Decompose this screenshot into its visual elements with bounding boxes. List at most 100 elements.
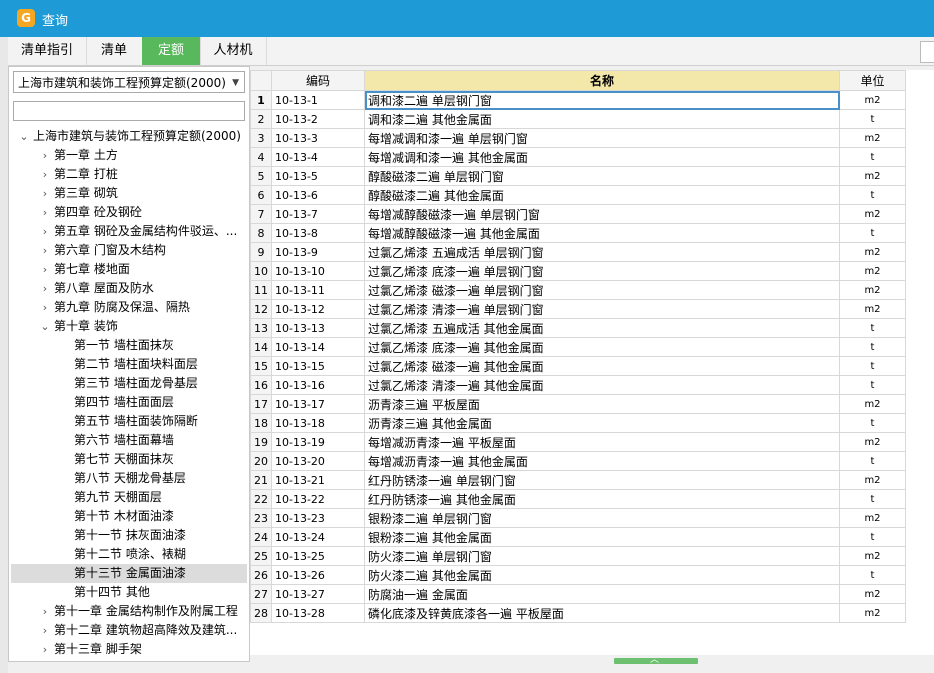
unit-cell[interactable]: t — [839, 185, 906, 205]
row-number[interactable]: 7 — [250, 204, 272, 224]
tree-chapter[interactable]: › 第六章 门窗及木结构 — [11, 241, 247, 260]
chevron-right-icon[interactable]: › — [39, 165, 51, 184]
tree-section[interactable]: 第三节 墙柱面龙骨基层 — [11, 374, 247, 393]
tab-bar-overflow[interactable] — [920, 41, 934, 63]
table-row[interactable]: 13 10-13-13 过氯乙烯漆 五遍成活 其他金属面 t — [250, 318, 906, 338]
tree-section[interactable]: 第四节 墙柱面面层 — [11, 393, 247, 412]
name-cell[interactable]: 磷化底漆及锌黄底漆各一遍 平板屋面 — [364, 603, 840, 623]
table-row[interactable]: 21 10-13-21 红丹防锈漆一遍 单层钢门窗 m2 — [250, 470, 906, 490]
table-row[interactable]: 20 10-13-20 每增减沥青漆一遍 其他金属面 t — [250, 451, 906, 471]
chevron-right-icon[interactable]: › — [39, 146, 51, 165]
tab-quota[interactable]: 定额 — [142, 37, 201, 65]
chevron-down-icon[interactable]: ▼ — [232, 72, 239, 94]
name-cell[interactable]: 过氯乙烯漆 清漆一遍 其他金属面 — [364, 375, 840, 395]
tab-labor-material-machine[interactable]: 人材机 — [200, 37, 267, 65]
tree-section[interactable]: 第一节 墙柱面抹灰 — [11, 336, 247, 355]
name-cell[interactable]: 醇酸磁漆二遍 单层钢门窗 — [364, 166, 840, 186]
unit-cell[interactable]: m2 — [839, 261, 906, 281]
name-cell[interactable]: 过氯乙烯漆 清漆一遍 单层钢门窗 — [364, 299, 840, 319]
chevron-right-icon[interactable]: › — [39, 621, 51, 640]
table-row[interactable]: 9 10-13-9 过氯乙烯漆 五遍成活 单层钢门窗 m2 — [250, 242, 906, 262]
chevron-right-icon[interactable]: › — [39, 640, 51, 659]
tree-section[interactable]: 第十四节 其他 — [11, 583, 247, 602]
tree-section[interactable]: 第十三节 金属面油漆 — [11, 564, 247, 583]
chevron-right-icon[interactable]: › — [39, 241, 51, 260]
name-cell[interactable]: 每增减调和漆一遍 单层钢门窗 — [364, 128, 840, 148]
splitter-handle[interactable]: ︿ — [614, 655, 698, 665]
unit-cell[interactable]: m2 — [839, 90, 906, 110]
table-row[interactable]: 7 10-13-7 每增减醇酸磁漆一遍 单层钢门窗 m2 — [250, 204, 906, 224]
row-number[interactable]: 27 — [250, 584, 272, 604]
table-row[interactable]: 3 10-13-3 每增减调和漆一遍 单层钢门窗 m2 — [250, 128, 906, 148]
name-cell[interactable]: 沥青漆三遍 平板屋面 — [364, 394, 840, 414]
name-cell[interactable]: 过氯乙烯漆 磁漆一遍 其他金属面 — [364, 356, 840, 376]
code-cell[interactable]: 10-13-8 — [271, 223, 365, 243]
tree-chapter[interactable]: › 第十二章 建筑物超高降效及建筑... — [11, 621, 247, 640]
row-number[interactable]: 21 — [250, 470, 272, 490]
unit-cell[interactable]: t — [839, 527, 906, 547]
unit-cell[interactable]: t — [839, 489, 906, 509]
code-cell[interactable]: 10-13-25 — [271, 546, 365, 566]
unit-cell[interactable]: t — [839, 337, 906, 357]
row-number[interactable]: 15 — [250, 356, 272, 376]
tree-section[interactable]: 第十节 木材面油漆 — [11, 507, 247, 526]
table-row[interactable]: 19 10-13-19 每增减沥青漆一遍 平板屋面 m2 — [250, 432, 906, 452]
quota-book-select[interactable]: 上海市建筑和装饰工程预算定额(2000) ▼ — [13, 71, 245, 93]
table-row[interactable]: 18 10-13-18 沥青漆三遍 其他金属面 t — [250, 413, 906, 433]
row-number[interactable]: 8 — [250, 223, 272, 243]
unit-cell[interactable]: m2 — [839, 128, 906, 148]
code-cell[interactable]: 10-13-24 — [271, 527, 365, 547]
unit-cell[interactable]: t — [839, 451, 906, 471]
chevron-right-icon[interactable]: › — [39, 260, 51, 279]
row-number[interactable]: 12 — [250, 299, 272, 319]
name-cell[interactable]: 沥青漆三遍 其他金属面 — [364, 413, 840, 433]
unit-cell[interactable]: t — [839, 375, 906, 395]
code-cell[interactable]: 10-13-12 — [271, 299, 365, 319]
code-cell[interactable]: 10-13-5 — [271, 166, 365, 186]
name-cell[interactable]: 银粉漆二遍 其他金属面 — [364, 527, 840, 547]
name-cell[interactable]: 过氯乙烯漆 五遍成活 单层钢门窗 — [364, 242, 840, 262]
unit-cell[interactable]: t — [839, 318, 906, 338]
unit-cell[interactable]: m2 — [839, 242, 906, 262]
code-cell[interactable]: 10-13-9 — [271, 242, 365, 262]
table-row[interactable]: 28 10-13-28 磷化底漆及锌黄底漆各一遍 平板屋面 m2 — [250, 603, 906, 623]
row-number[interactable]: 23 — [250, 508, 272, 528]
name-cell[interactable]: 过氯乙烯漆 底漆一遍 其他金属面 — [364, 337, 840, 357]
row-number[interactable]: 3 — [250, 128, 272, 148]
name-cell[interactable]: 防火漆二遍 单层钢门窗 — [364, 546, 840, 566]
tree-section[interactable]: 第六节 墙柱面幕墙 — [11, 431, 247, 450]
code-cell[interactable]: 10-13-4 — [271, 147, 365, 167]
chevron-right-icon[interactable]: › — [39, 222, 51, 241]
code-cell[interactable]: 10-13-1 — [271, 90, 365, 110]
code-cell[interactable]: 10-13-7 — [271, 204, 365, 224]
row-number[interactable]: 22 — [250, 489, 272, 509]
code-cell[interactable]: 10-13-15 — [271, 356, 365, 376]
table-row[interactable]: 12 10-13-12 过氯乙烯漆 清漆一遍 单层钢门窗 m2 — [250, 299, 906, 319]
unit-cell[interactable]: m2 — [839, 584, 906, 604]
tree-chapter[interactable]: › 第七章 楼地面 — [11, 260, 247, 279]
unit-cell[interactable]: t — [839, 565, 906, 585]
code-cell[interactable]: 10-13-14 — [271, 337, 365, 357]
tree-section[interactable]: 第七节 天棚面抹灰 — [11, 450, 247, 469]
row-number[interactable]: 6 — [250, 185, 272, 205]
unit-cell[interactable]: m2 — [839, 299, 906, 319]
tree-section[interactable]: 第九节 天棚面层 — [11, 488, 247, 507]
name-cell[interactable]: 防腐油一遍 金属面 — [364, 584, 840, 604]
tree-root[interactable]: ⌄ 上海市建筑与装饰工程预算定额(2000) — [11, 127, 247, 146]
tree-section[interactable]: 第十二节 喷涂、裱糊 — [11, 545, 247, 564]
tab-list-guide[interactable]: 清单指引 — [8, 37, 87, 65]
table-row[interactable]: 11 10-13-11 过氯乙烯漆 磁漆一遍 单层钢门窗 m2 — [250, 280, 906, 300]
code-cell[interactable]: 10-13-18 — [271, 413, 365, 433]
name-cell[interactable]: 醇酸磁漆二遍 其他金属面 — [364, 185, 840, 205]
unit-cell[interactable]: m2 — [839, 603, 906, 623]
row-number[interactable]: 13 — [250, 318, 272, 338]
table-row[interactable]: 17 10-13-17 沥青漆三遍 平板屋面 m2 — [250, 394, 906, 414]
tree-section[interactable]: 第二节 墙柱面块料面层 — [11, 355, 247, 374]
row-number[interactable]: 4 — [250, 147, 272, 167]
chevron-right-icon[interactable]: › — [39, 298, 51, 317]
table-row[interactable]: 4 10-13-4 每增减调和漆一遍 其他金属面 t — [250, 147, 906, 167]
row-number[interactable]: 17 — [250, 394, 272, 414]
name-cell[interactable]: 红丹防锈漆一遍 单层钢门窗 — [364, 470, 840, 490]
table-row[interactable]: 14 10-13-14 过氯乙烯漆 底漆一遍 其他金属面 t — [250, 337, 906, 357]
table-row[interactable]: 6 10-13-6 醇酸磁漆二遍 其他金属面 t — [250, 185, 906, 205]
